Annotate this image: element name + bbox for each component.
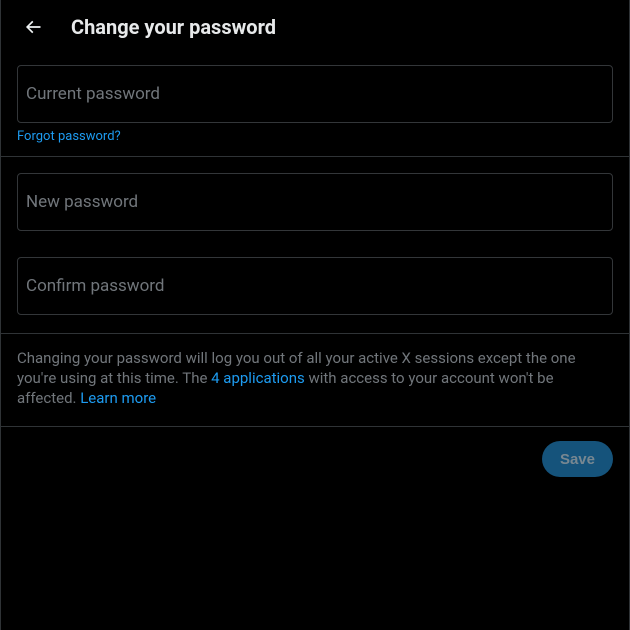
info-text: Changing your password will log you out … — [1, 334, 629, 427]
new-password-section: New password Confirm password — [1, 157, 629, 334]
confirm-password-field[interactable]: Confirm password — [17, 257, 613, 315]
actions-row: Save — [1, 427, 629, 491]
learn-more-link[interactable]: Learn more — [80, 389, 156, 407]
current-password-label: Current password — [26, 84, 160, 104]
save-button[interactable]: Save — [542, 441, 613, 477]
current-password-field[interactable]: Current password — [17, 65, 613, 123]
page-title: Change your password — [71, 15, 276, 39]
page-header: Change your password — [1, 0, 629, 53]
confirm-password-label: Confirm password — [26, 276, 164, 296]
new-password-field[interactable]: New password — [17, 173, 613, 231]
forgot-password-link[interactable]: Forgot password? — [17, 129, 121, 144]
new-password-label: New password — [26, 192, 138, 212]
page-container: Change your password Current password Fo… — [0, 0, 630, 630]
back-arrow-icon — [23, 17, 43, 37]
back-button[interactable] — [15, 9, 51, 45]
applications-link[interactable]: 4 applications — [211, 369, 305, 387]
current-password-section: Current password Forgot password? — [1, 53, 629, 157]
